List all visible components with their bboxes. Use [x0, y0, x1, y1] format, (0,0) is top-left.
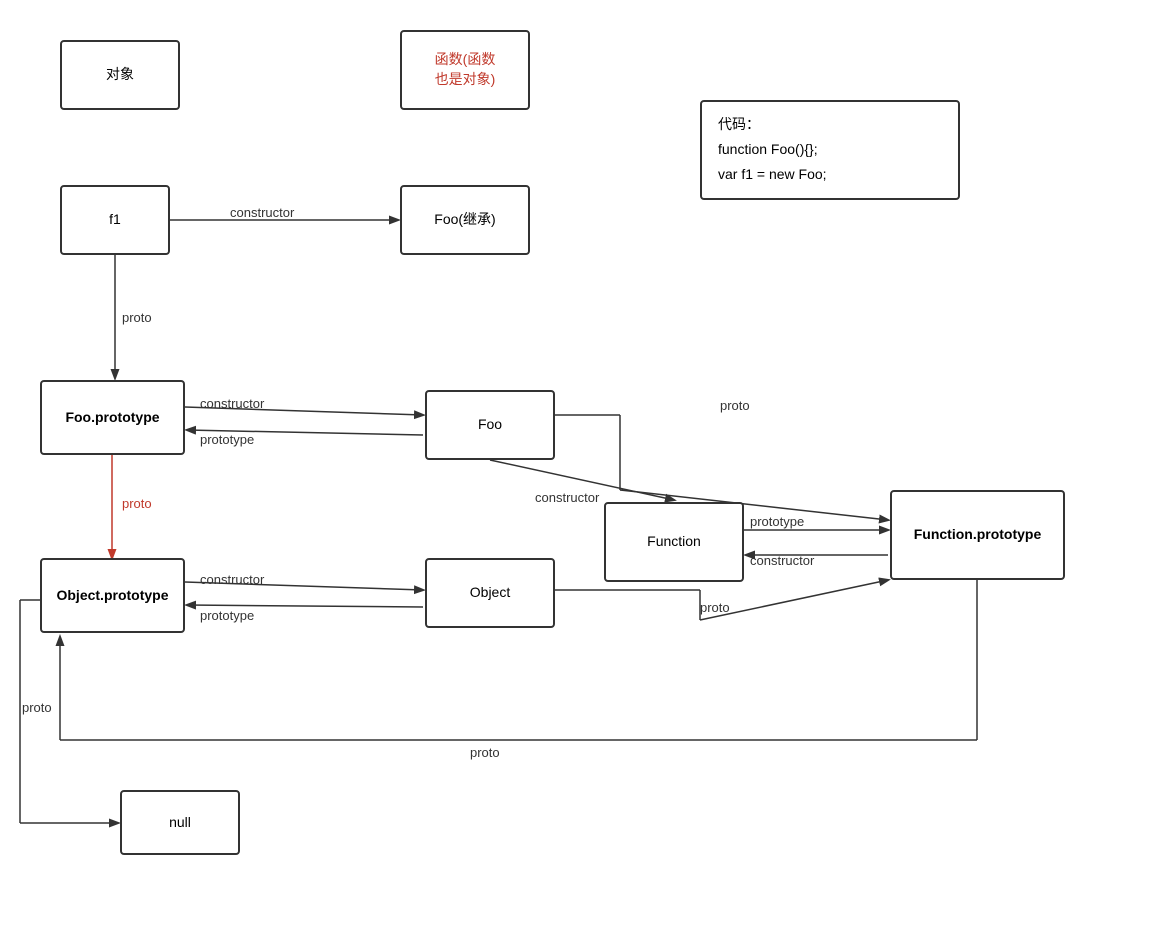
label-proto-foo: proto: [720, 398, 750, 413]
duixiang-label: 对象: [106, 65, 134, 85]
null-label: null: [169, 813, 191, 833]
object-prototype-box: Object.prototype: [40, 558, 185, 633]
foo-inherit-label: Foo(继承): [434, 210, 495, 230]
label-constructor-fp: constructor: [200, 396, 264, 411]
object-prototype-label: Object.prototype: [56, 586, 168, 606]
label-proto-foop: proto: [122, 496, 152, 511]
label-constructor-fnp: constructor: [750, 553, 814, 568]
foo-inherit-box: Foo(继承): [400, 185, 530, 255]
foo-prototype-box: Foo.prototype: [40, 380, 185, 455]
function-box: Function: [604, 502, 744, 582]
function-prototype-label: Function.prototype: [914, 525, 1042, 545]
code-box: 代码： function Foo(){}; var f1 = new Foo;: [700, 100, 960, 200]
hanshu-label: 函数(函数 也是对象): [435, 50, 496, 89]
code-line2: var f1 = new Foo;: [718, 162, 942, 187]
label-prototype-fn: prototype: [750, 514, 804, 529]
diagram: Foo(inherit): right from f1 to foo_inher…: [0, 0, 1176, 944]
object-box: Object: [425, 558, 555, 628]
object-label: Object: [470, 583, 510, 603]
duixiang-box: 对象: [60, 40, 180, 110]
function-prototype-box: Function.prototype: [890, 490, 1065, 580]
code-title: 代码：: [718, 112, 942, 137]
foo-prototype-label: Foo.prototype: [65, 408, 159, 428]
label-proto-f1: proto: [122, 310, 152, 325]
code-line1: function Foo(){};: [718, 137, 942, 162]
label-prototype-obj: prototype: [200, 608, 254, 623]
function-label: Function: [647, 532, 701, 552]
label-constructor-op: constructor: [200, 572, 264, 587]
label-prototype-foo: prototype: [200, 432, 254, 447]
label-proto-obj: proto: [700, 600, 730, 615]
null-box: null: [120, 790, 240, 855]
foo-label: Foo: [478, 415, 502, 435]
label-proto-objp: proto: [22, 700, 52, 715]
hanshu-box: 函数(函数 也是对象): [400, 30, 530, 110]
foo-box: Foo: [425, 390, 555, 460]
label-constructor-foo-fn: constructor: [535, 490, 599, 505]
f1-box: f1: [60, 185, 170, 255]
label-constructor-f1: constructor: [230, 205, 294, 220]
label-proto-fnp: proto: [470, 745, 500, 760]
f1-label: f1: [109, 210, 121, 230]
